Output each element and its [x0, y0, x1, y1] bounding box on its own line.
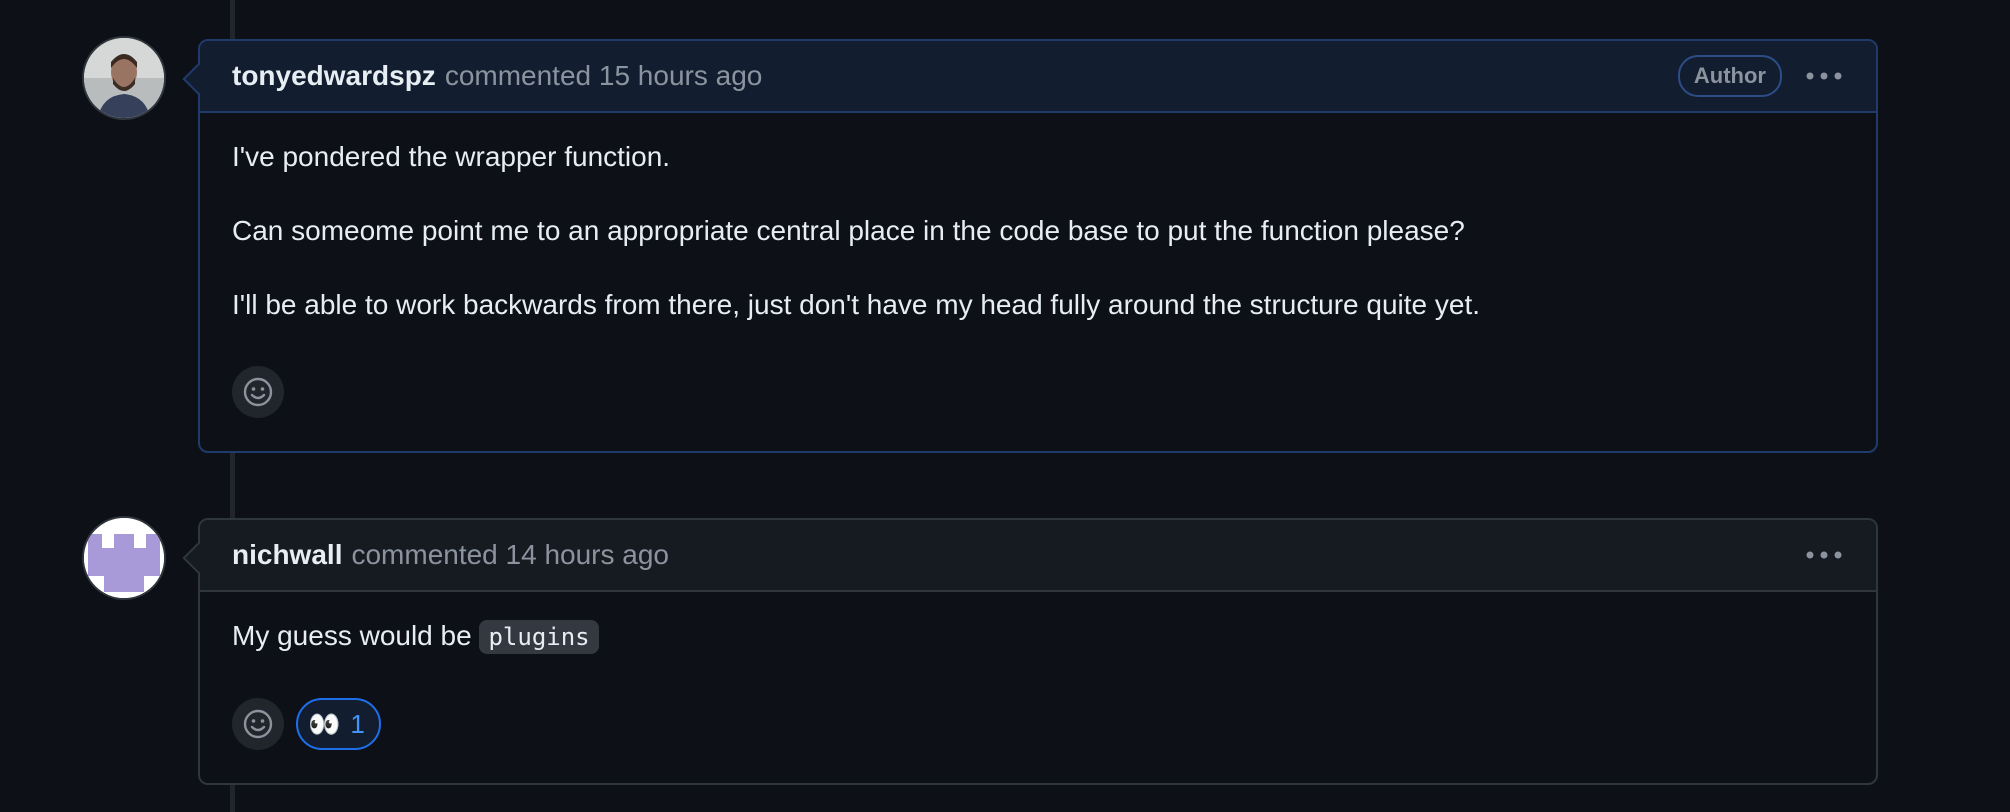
reaction-count: 1 [350, 708, 365, 739]
comment-author-link[interactable]: nichwall [232, 539, 342, 571]
comment-paragraph: I've pondered the wrapper function. [232, 141, 671, 172]
comment-header: nichwall commented 14 hours ago [200, 520, 1876, 592]
comment-author-link[interactable]: tonyedwardspz [232, 60, 436, 92]
avatar-nichwall[interactable] [84, 518, 164, 598]
comment-options-button[interactable] [1804, 540, 1844, 570]
comment-nichwall: nichwall commented 14 hours ago My guess… [182, 518, 1878, 785]
reactions-bar: 👀 1 [232, 698, 381, 750]
comment-header: tonyedwardspz commented 15 hours ago Aut… [200, 41, 1876, 113]
comment-tonyedwardspz: tonyedwardspz commented 15 hours ago Aut… [182, 39, 1878, 453]
comment-body: My guess would be plugins [200, 592, 1876, 655]
kebab-horizontal-icon [1806, 551, 1842, 559]
comment-paragraph: Can someome point me to an appropriate c… [232, 215, 1465, 246]
comment-paragraph: My guess would be plugins [232, 618, 1844, 655]
comment-text: My guess would be [232, 620, 480, 651]
author-badge: Author [1677, 55, 1782, 97]
reactions-bar [232, 366, 284, 418]
comment-options-button[interactable] [1804, 61, 1844, 91]
comment-timestamp[interactable]: commented 15 hours ago [445, 60, 763, 92]
reaction-eyes-button[interactable]: 👀 1 [296, 698, 381, 750]
add-reaction-button[interactable] [232, 698, 284, 750]
eyes-emoji-icon: 👀 [308, 708, 341, 739]
avatar-tonyedwardspz[interactable] [84, 38, 164, 118]
inline-code: plugins [479, 620, 599, 654]
comment-body: I've pondered the wrapper function. Can … [200, 113, 1876, 323]
smiley-icon [243, 709, 273, 739]
add-reaction-button[interactable] [232, 366, 284, 418]
comment-paragraph: I'll be able to work backwards from ther… [232, 289, 1480, 320]
comment-timestamp[interactable]: commented 14 hours ago [351, 539, 669, 571]
smiley-icon [243, 377, 273, 407]
kebab-horizontal-icon [1806, 72, 1842, 80]
